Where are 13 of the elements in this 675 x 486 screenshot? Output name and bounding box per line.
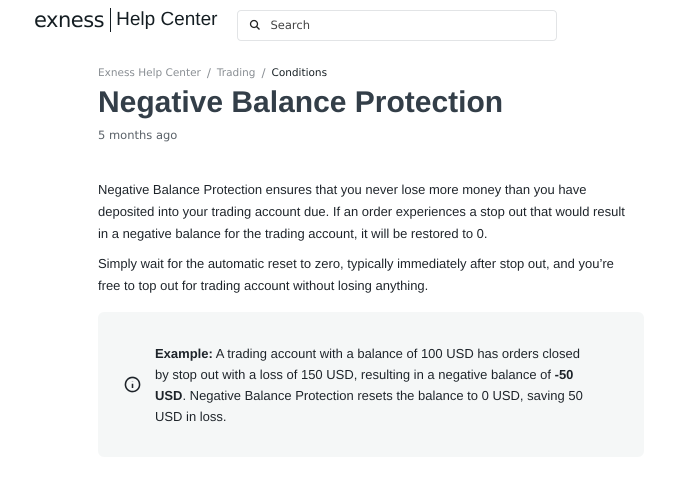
paragraph: Negative Balance Protection ensures that you never lose more money than you have deposited into your trading account due. If an order experiences a stop out that would result in a negative balance for the trading account, it will be restored to 0. xyxy=(98,181,626,243)
info-icon xyxy=(124,376,141,393)
site-title: Help Center xyxy=(116,9,218,31)
search-field[interactable]: Search xyxy=(237,10,558,40)
breadcrumb-separator: / xyxy=(206,66,211,80)
search-icon xyxy=(249,18,262,30)
breadcrumb-link[interactable]: Conditions xyxy=(271,67,328,79)
article-title: Negative Balance Protection xyxy=(98,86,504,120)
updated-time: 5 months ago xyxy=(98,128,178,142)
breadcrumb-separator: / xyxy=(261,66,266,80)
paragraph: Simply wait for the automatic reset to zero, typically immediately after stop out, and you’re free to top out for trading account without losing anything. xyxy=(98,255,615,295)
callout-text: Example: A trading account with a balance of 100 USD has orders closed by stop out with a loss of 150 USD, resulting in a negative balance of -50 USD. Negative Balance Protection resets the balance to 0 USD, saving 50 USD in loss. xyxy=(155,344,584,426)
logo[interactable]: exness xyxy=(34,8,104,32)
